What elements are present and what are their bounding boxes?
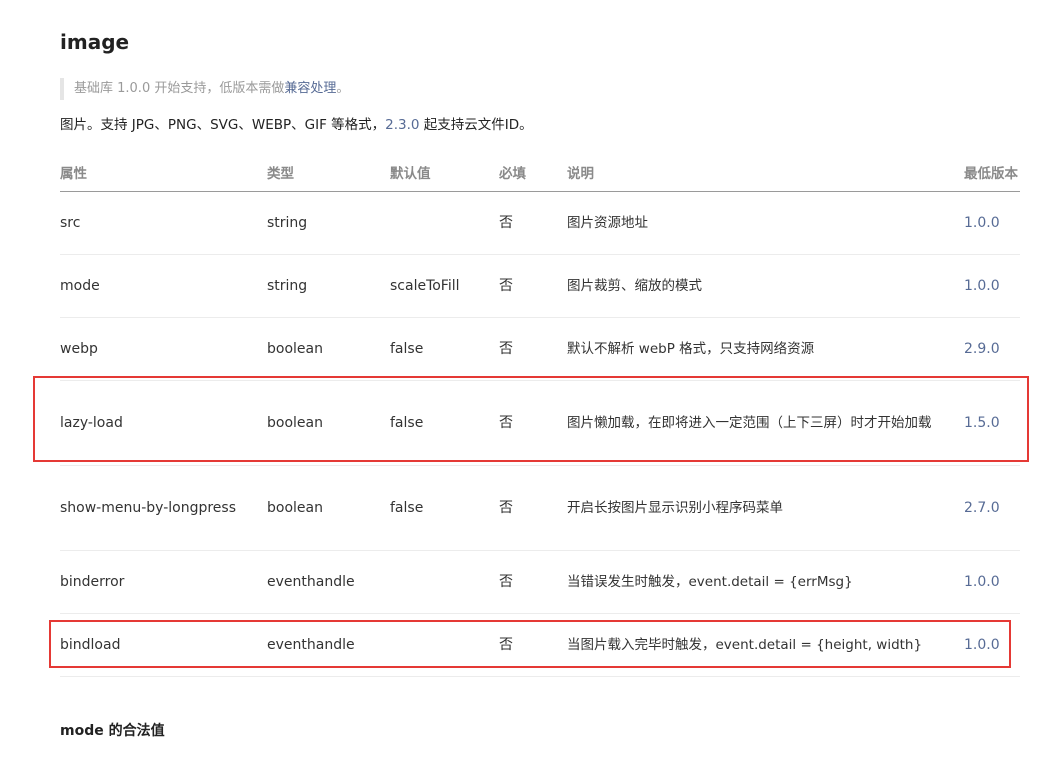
attr-required: 否 bbox=[499, 254, 567, 318]
attr-required: 否 bbox=[499, 613, 567, 677]
description-text: 图片。支持 JPG、PNG、SVG、WEBP、GIF 等格式， bbox=[60, 117, 386, 133]
attr-type: string bbox=[267, 191, 390, 255]
attr-name: src bbox=[60, 191, 267, 255]
attr-description: 图片裁剪、缩放的模式 bbox=[567, 254, 964, 318]
attr-name: show-menu-by-longpress bbox=[60, 465, 267, 551]
header-min-version: 最低版本 bbox=[964, 152, 1020, 192]
attr-default: false bbox=[390, 317, 499, 381]
attr-type: boolean bbox=[267, 380, 390, 466]
table-row: lazy-load boolean false 否 图片懒加载，在即将进入一定范… bbox=[60, 380, 1020, 466]
table-row: mode string scaleToFill 否 图片裁剪、缩放的模式 1.0… bbox=[60, 254, 1020, 318]
header-default: 默认值 bbox=[390, 152, 499, 192]
attr-default bbox=[390, 613, 499, 677]
header-attribute: 属性 bbox=[60, 152, 267, 192]
attr-description: 当错误发生时触发，event.detail = {errMsg} bbox=[567, 550, 964, 614]
attr-type: eventhandle bbox=[267, 550, 390, 614]
attr-description: 图片懒加载，在即将进入一定范围（上下三屏）时才开始加载 bbox=[567, 380, 964, 466]
support-note: 基础库 1.0.0 开始支持，低版本需做兼容处理。 bbox=[60, 78, 349, 100]
component-description: 图片。支持 JPG、PNG、SVG、WEBP、GIF 等格式，2.3.0 起支持… bbox=[60, 114, 533, 136]
version-link[interactable]: 2.3.0 bbox=[385, 117, 419, 133]
attr-version-link[interactable]: 1.0.0 bbox=[964, 254, 1020, 318]
attr-version-link[interactable]: 1.0.0 bbox=[964, 191, 1020, 255]
attr-version-link[interactable]: 1.0.0 bbox=[964, 613, 1020, 677]
attr-required: 否 bbox=[499, 380, 567, 466]
compat-link[interactable]: 兼容处理 bbox=[284, 81, 336, 96]
table-header-row: 属性 类型 默认值 必填 说明 最低版本 bbox=[60, 152, 1020, 192]
table-row: binderror eventhandle 否 当错误发生时触发，event.d… bbox=[60, 550, 1020, 614]
attr-version-link[interactable]: 2.9.0 bbox=[964, 317, 1020, 381]
attr-default: false bbox=[390, 465, 499, 551]
attr-description: 当图片载入完毕时触发，event.detail = {height, width… bbox=[567, 613, 964, 677]
attr-description: 默认不解析 webP 格式，只支持网络资源 bbox=[567, 317, 964, 381]
attr-name: mode bbox=[60, 254, 267, 318]
attr-required: 否 bbox=[499, 550, 567, 614]
attr-required: 否 bbox=[499, 191, 567, 255]
attr-type: eventhandle bbox=[267, 613, 390, 677]
description-suffix: 起支持云文件ID。 bbox=[419, 117, 533, 133]
table-row: bindload eventhandle 否 当图片载入完毕时触发，event.… bbox=[60, 613, 1020, 677]
attr-default: scaleToFill bbox=[390, 254, 499, 318]
attr-type: string bbox=[267, 254, 390, 318]
attr-version-link[interactable]: 2.7.0 bbox=[964, 465, 1020, 551]
attr-description: 图片资源地址 bbox=[567, 191, 964, 255]
header-description: 说明 bbox=[567, 152, 964, 192]
attr-name: binderror bbox=[60, 550, 267, 614]
attr-name: lazy-load bbox=[60, 380, 267, 466]
attr-type: boolean bbox=[267, 465, 390, 551]
section-title-mode-values: mode 的合法值 bbox=[60, 723, 165, 739]
attr-name: webp bbox=[60, 317, 267, 381]
table-row: src string 否 图片资源地址 1.0.0 bbox=[60, 191, 1020, 255]
attr-required: 否 bbox=[499, 317, 567, 381]
attr-description: 开启长按图片显示识别小程序码菜单 bbox=[567, 465, 964, 551]
attr-version-link[interactable]: 1.0.0 bbox=[964, 550, 1020, 614]
attr-type: boolean bbox=[267, 317, 390, 381]
page-title: image bbox=[60, 30, 130, 54]
attr-default: false bbox=[390, 380, 499, 466]
support-note-suffix: 。 bbox=[336, 81, 350, 96]
table-row: show-menu-by-longpress boolean false 否 开… bbox=[60, 465, 1020, 551]
table-row: webp boolean false 否 默认不解析 webP 格式，只支持网络… bbox=[60, 317, 1020, 381]
header-type: 类型 bbox=[267, 152, 390, 192]
header-required: 必填 bbox=[499, 152, 567, 192]
attr-required: 否 bbox=[499, 465, 567, 551]
support-note-text: 基础库 1.0.0 开始支持，低版本需做 bbox=[74, 81, 285, 96]
attr-default bbox=[390, 191, 499, 255]
attr-name: bindload bbox=[60, 613, 267, 677]
attr-version-link[interactable]: 1.5.0 bbox=[964, 380, 1020, 466]
attribute-table: 属性 类型 默认值 必填 说明 最低版本 src string 否 图片资源地址… bbox=[60, 152, 1020, 677]
attr-default bbox=[390, 550, 499, 614]
